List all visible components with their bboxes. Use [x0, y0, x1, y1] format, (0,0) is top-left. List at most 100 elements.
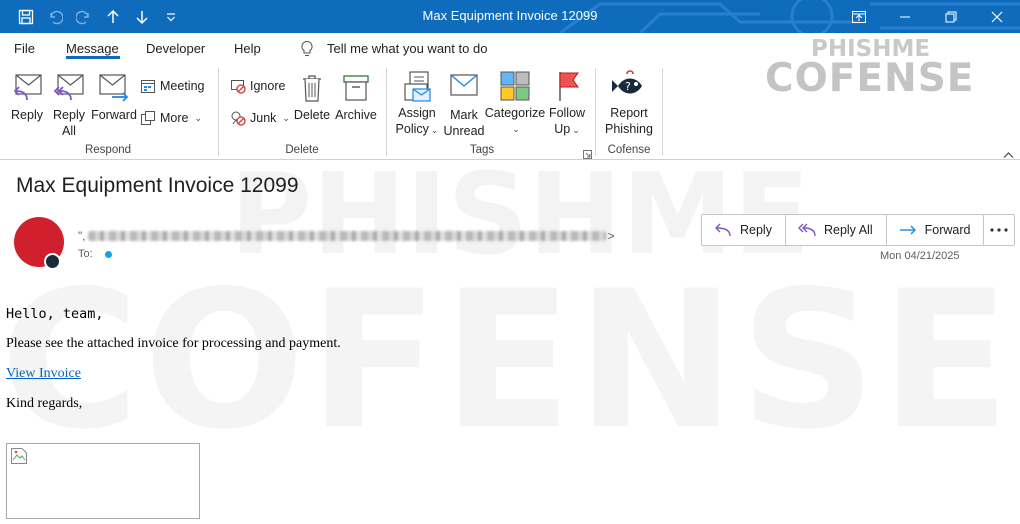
mark-unread-label-2: Unread [443, 124, 485, 138]
to-label: To: [78, 248, 93, 260]
close-icon[interactable] [974, 0, 1020, 33]
tab-file[interactable]: File [14, 41, 35, 56]
forward-label: Forward [91, 108, 137, 122]
tell-me-label: Tell me what you want to do [327, 41, 488, 56]
respond-group-label: Respond [84, 144, 132, 156]
group-separator [218, 68, 219, 156]
tab-developer[interactable]: Developer [146, 41, 205, 56]
assign-policy-icon [404, 71, 431, 102]
tell-me-search[interactable]: Tell me what you want to do [300, 40, 487, 57]
customize-qat-icon[interactable] [156, 0, 185, 33]
minimize-icon[interactable] [882, 0, 928, 33]
delete-button[interactable]: Delete [292, 72, 332, 123]
cofense-group-label: Cofense [607, 144, 651, 156]
assign-policy-button[interactable]: Assign Policy ⌄ [394, 70, 440, 138]
undo-icon[interactable] [40, 0, 69, 33]
follow-up-button[interactable]: Follow Up ⌄ [546, 70, 588, 138]
more-actions-button[interactable] [983, 214, 1015, 246]
flag-icon [559, 72, 579, 101]
reply-label: Reply [11, 108, 43, 122]
more-respond-button[interactable]: More ⌄ [140, 110, 202, 126]
forward-icon [99, 74, 129, 102]
archive-icon [343, 75, 369, 101]
chevron-down-icon: ⌄ [512, 124, 520, 134]
message-subject: Max Equipment Invoice 12099 [16, 174, 299, 197]
fish-hook-icon: ? [612, 70, 642, 94]
reply-icon [13, 74, 42, 101]
reply-all-label-1: Reply [53, 108, 85, 122]
meeting-icon [141, 80, 155, 93]
group-separator [595, 68, 596, 156]
svg-text:?: ? [625, 80, 631, 93]
save-icon[interactable] [0, 0, 40, 33]
reply-action-button[interactable]: Reply [702, 215, 786, 245]
reply-all-button[interactable]: Reply All [50, 72, 88, 139]
categorize-button[interactable]: Categorize ⌄ [484, 70, 546, 137]
junk-label: Junk [250, 111, 277, 125]
collapse-ribbon-icon[interactable] [1003, 146, 1014, 164]
meeting-button[interactable]: Meeting [140, 78, 204, 94]
presence-status-icon [44, 253, 61, 270]
ribbon: Reply Reply All Forward Meeting More ⌄ R… [0, 64, 1020, 160]
more-icon [141, 111, 155, 125]
meeting-label: Meeting [160, 79, 205, 93]
forward-icon [899, 225, 916, 235]
categorize-icon [500, 71, 530, 101]
broken-image-icon [11, 448, 27, 464]
message-actions: Reply Reply All Forward [701, 214, 985, 246]
archive-button[interactable]: Archive [334, 72, 378, 123]
categorize-label: Categorize [484, 106, 546, 120]
ignore-icon [231, 80, 246, 94]
archive-label: Archive [335, 108, 377, 122]
next-item-icon[interactable] [127, 0, 156, 33]
window-controls [836, 0, 1020, 33]
reply-button[interactable]: Reply [8, 72, 46, 123]
broken-image-placeholder[interactable] [6, 443, 200, 519]
redacted-sender [87, 231, 606, 241]
restore-icon[interactable] [928, 0, 974, 33]
ellipsis-icon [990, 228, 1008, 232]
mark-unread-button[interactable]: Mark Unread [442, 72, 486, 139]
active-tab-indicator [66, 56, 120, 59]
reply-all-label-2: All [62, 124, 76, 138]
ribbon-tabs: File Message Developer Help Tell me what… [0, 33, 1020, 64]
delete-label: Delete [293, 108, 331, 122]
assign-policy-label-2: Policy [395, 122, 429, 136]
assign-policy-label-1: Assign [398, 106, 436, 120]
message-date: Mon 04/21/2025 [880, 250, 960, 262]
body-text: Please see the attached invoice for proc… [6, 336, 341, 351]
junk-icon [231, 111, 246, 126]
forward-action-button[interactable]: Forward [887, 215, 984, 245]
tags-dialog-launcher-icon[interactable] [583, 146, 592, 164]
mark-unread-icon [450, 74, 478, 96]
junk-button[interactable]: Junk ⌄ [230, 110, 290, 126]
recipient-presence-icon[interactable] [104, 250, 112, 258]
tab-help[interactable]: Help [234, 41, 261, 56]
ignore-label: Ignore [250, 79, 286, 93]
body-greeting: Hello, team, [6, 306, 104, 322]
view-invoice-link[interactable]: View Invoice [6, 366, 81, 381]
title-bar: Max Equipment Invoice 12099 [0, 0, 1020, 33]
redo-icon[interactable] [69, 0, 98, 33]
sender-prefix: ", [78, 229, 86, 243]
sender-address[interactable]: ", > [78, 229, 615, 243]
previous-item-icon[interactable] [98, 0, 127, 33]
group-separator [662, 68, 663, 156]
chevron-down-icon: ⌄ [572, 125, 580, 135]
chevron-down-icon: ⌄ [430, 125, 439, 135]
lightbulb-icon [301, 40, 313, 57]
tab-message[interactable]: Message [66, 41, 119, 56]
forward-button[interactable]: Forward [90, 72, 138, 123]
report-phishing-label-2: Phishing [605, 122, 653, 136]
ignore-button[interactable]: Ignore [230, 78, 285, 94]
follow-up-label-1: Follow [548, 106, 586, 120]
group-separator [386, 68, 387, 156]
sender-suffix: > [607, 229, 615, 243]
chevron-down-icon: ⌄ [194, 112, 203, 123]
report-phishing-label-1: Report [610, 106, 648, 120]
reply-all-action-label: Reply All [823, 223, 873, 237]
reply-all-action-button[interactable]: Reply All [786, 215, 887, 245]
ribbon-display-icon[interactable] [836, 0, 882, 33]
report-phishing-button[interactable]: ? Report Phishing [600, 70, 658, 137]
reply-action-label: Reply [740, 223, 772, 237]
